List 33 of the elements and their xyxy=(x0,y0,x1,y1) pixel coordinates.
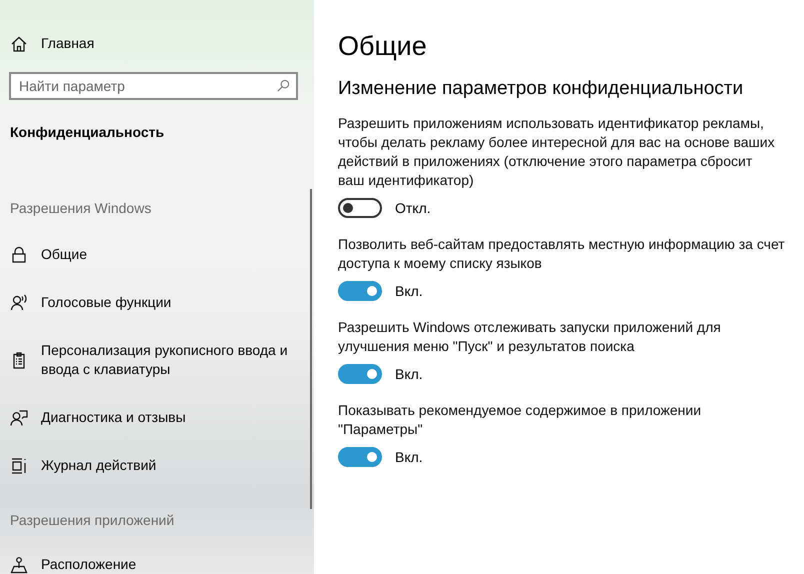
toggle-state-label: Откл. xyxy=(395,200,431,216)
toggle-switch[interactable] xyxy=(338,364,382,384)
toggle-switch[interactable] xyxy=(338,281,382,301)
home-icon xyxy=(10,34,28,52)
setting-description: Позволить веб-сайтам предоставлять местную информацию за счет доступа к моему списку языков xyxy=(338,235,785,273)
search-field[interactable]: Найти параметр xyxy=(9,72,298,100)
nav-item[interactable]: Персонализация рукописного ввода и ввода с клавиатуры xyxy=(0,341,298,379)
lock-icon xyxy=(10,246,28,264)
setting-description: Показывать рекомендуемое содержимое в приложении "Параметры" xyxy=(338,401,702,439)
timeline-icon xyxy=(10,456,28,474)
setting-description: Разрешить приложениям использовать идентификатор рекламы, чтобы делать рекламу более интересной для вас на основе ваших действий в приложениях (отключение этого параметра сбросит ваш идентификатор) xyxy=(338,114,775,190)
toggle-switch[interactable] xyxy=(338,198,382,218)
page-title: Общие xyxy=(338,30,427,62)
toggle-state-label: Вкл. xyxy=(395,283,423,299)
group-heading: Разрешения приложений xyxy=(9,511,176,530)
section-title: Изменение параметров конфиденциальности xyxy=(338,77,744,101)
setting-description: Разрешить Windows отслеживать запуски приложений для улучшения меню "Пуск" и результатов поиска xyxy=(338,318,721,356)
section-heading: Конфиденциальность xyxy=(9,123,166,142)
toggle-switch[interactable] xyxy=(338,447,382,467)
group-heading: Разрешения Windows xyxy=(9,199,152,218)
location-pin-icon xyxy=(10,556,28,574)
nav-item[interactable]: Главная xyxy=(0,34,104,53)
nav-item[interactable]: Диагностика и отзывы xyxy=(0,408,196,427)
nav-item[interactable]: Журнал действий xyxy=(0,456,166,475)
search-icon[interactable] xyxy=(277,79,290,92)
toggle-state-label: Вкл. xyxy=(395,449,423,465)
toggle-state-label: Вкл. xyxy=(395,366,423,382)
nav-item[interactable]: Расположение xyxy=(0,555,146,574)
nav-item[interactable]: Общие xyxy=(0,245,98,264)
person-speech-bubble-icon xyxy=(10,408,28,426)
person-speaking-icon xyxy=(10,294,28,312)
scrollbar[interactable] xyxy=(310,189,312,509)
nav-item[interactable]: Голосовые функции xyxy=(0,293,182,312)
